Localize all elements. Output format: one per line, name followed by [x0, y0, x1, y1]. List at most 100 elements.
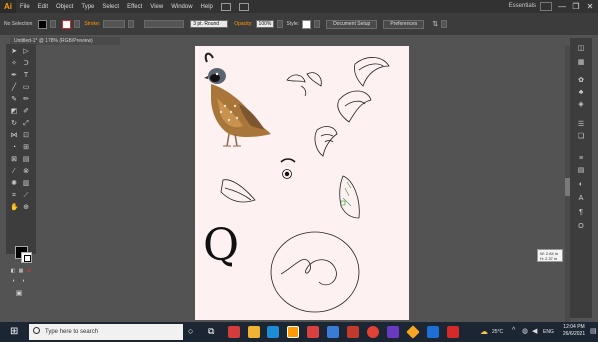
illustrator-taskbar-icon[interactable] [287, 326, 299, 338]
opacity-field[interactable]: 100% [255, 20, 274, 28]
symbols-panel-icon[interactable]: ♣ [576, 88, 586, 97]
preferences-button[interactable]: Preferences [383, 19, 425, 29]
language-indicator[interactable]: ENG [543, 329, 554, 335]
arrange-documents-icon[interactable] [220, 2, 231, 11]
stroke-color-box[interactable] [21, 252, 32, 263]
fill-dropdown[interactable] [50, 20, 57, 28]
menu-object[interactable]: Object [52, 4, 77, 10]
system-clock[interactable]: 12:04 PM 26/6/2021 [560, 324, 588, 338]
selection-tool-icon[interactable]: ➤ [10, 48, 18, 55]
lasso-tool-icon[interactable]: ᑐ [22, 60, 30, 67]
screen-mode-icon[interactable]: ▣ [15, 290, 23, 297]
menu-edit[interactable]: Edit [34, 4, 52, 10]
rectangle-tool-icon[interactable]: ▭ [22, 84, 30, 91]
mesh-tool-icon[interactable]: ⊠ [10, 156, 18, 163]
shape-builder-tool-icon[interactable]: ◔ [10, 144, 18, 151]
pencil-tool-icon[interactable]: ✏ [22, 96, 30, 103]
appearance-panel-icon[interactable]: ☰ [576, 120, 586, 129]
fill-swatch[interactable] [38, 19, 48, 29]
sketch-eye[interactable] [280, 158, 296, 179]
graphic-styles-panel-icon[interactable]: ◈ [576, 100, 586, 109]
stroke-dropdown[interactable] [74, 20, 81, 28]
draw-mode-icon[interactable]: ◐ [10, 278, 18, 285]
rotate-tool-icon[interactable]: ↻ [10, 120, 18, 127]
task-view-icon[interactable]: ⧉ [208, 326, 214, 337]
app-icon-5[interactable] [307, 326, 319, 338]
perspective-grid-tool-icon[interactable]: ⊞ [22, 144, 30, 151]
magic-wand-tool-icon[interactable]: ✧ [10, 60, 18, 67]
draw-behind-icon[interactable]: ◑ [19, 278, 27, 285]
circle-doodle[interactable] [270, 231, 360, 313]
selected-feather-shape[interactable] [339, 175, 360, 219]
pen-tool-icon[interactable]: ✒ [10, 72, 18, 79]
menu-file[interactable]: File [16, 4, 34, 10]
menu-type[interactable]: Type [77, 4, 98, 10]
opera-icon[interactable] [367, 326, 379, 338]
variable-width-dropdown[interactable] [128, 20, 135, 28]
app-icon-11[interactable] [427, 326, 439, 338]
color-panel-icon[interactable]: ◫ [576, 44, 586, 53]
minimize-button[interactable]: — [556, 1, 568, 12]
width-tool-icon[interactable]: ⋈ [10, 132, 18, 139]
opentype-panel-icon[interactable]: O [576, 222, 586, 231]
stroke-panel-icon[interactable]: ≡ [576, 154, 586, 163]
column-graph-tool-icon[interactable]: ▥ [22, 180, 30, 187]
scale-tool-icon[interactable]: ⤢ [22, 120, 30, 127]
app-icon-12[interactable] [447, 326, 459, 338]
close-button[interactable]: ✕ [584, 1, 596, 12]
windows-start-icon[interactable]: ⊞ [10, 327, 20, 337]
blob-brush-tool-icon[interactable]: ✐ [22, 108, 30, 115]
brushes-panel-icon[interactable]: ✿ [576, 76, 586, 85]
transparency-panel-icon[interactable]: ◐ [576, 180, 586, 189]
quail-illustration[interactable] [204, 52, 271, 147]
menu-view[interactable]: View [146, 4, 167, 10]
menu-effect[interactable]: Effect [123, 4, 146, 10]
gradient-tool-icon[interactable]: ▤ [22, 156, 30, 163]
type-tool-icon[interactable]: T [22, 72, 30, 79]
weather-icon[interactable]: ☁ [480, 327, 488, 336]
weather-temperature[interactable]: 25°C [492, 329, 503, 335]
letter-q-glyph[interactable]: Q [203, 224, 239, 268]
volume-icon[interactable]: ◀ [532, 327, 537, 335]
taskbar-search-box[interactable]: Type here to search [29, 324, 183, 340]
restore-button[interactable]: ❐ [570, 1, 582, 12]
opacity-dropdown[interactable] [276, 20, 283, 28]
sketch-beak[interactable] [220, 179, 256, 203]
workspace-switcher-icon[interactable] [238, 2, 249, 11]
artboard-tool-icon[interactable]: ⌗ [10, 192, 18, 199]
app-icon-6[interactable] [327, 326, 339, 338]
direct-selection-tool-icon[interactable]: ▷ [22, 48, 30, 55]
symbol-sprayer-tool-icon[interactable]: ✺ [10, 180, 18, 187]
workspace-name[interactable]: Essentials [509, 3, 536, 9]
free-transform-tool-icon[interactable]: ⊡ [22, 132, 30, 139]
app-icon-9[interactable] [387, 326, 399, 338]
gradient-panel-icon[interactable]: ▤ [576, 166, 586, 175]
stroke-label[interactable]: Stroke: [84, 21, 100, 27]
sketch-crest-shapes[interactable] [286, 57, 390, 97]
blend-tool-icon[interactable]: ⊗ [22, 168, 30, 175]
app-icon-3[interactable] [267, 326, 279, 338]
opacity-label[interactable]: Opacity: [234, 21, 252, 27]
app-icon-10[interactable] [406, 325, 420, 339]
cortana-icon[interactable]: ○ [188, 326, 193, 336]
brush-definition[interactable]: 3 pt. Round [190, 20, 229, 28]
search-icon[interactable] [540, 2, 552, 11]
layers-panel-icon[interactable]: ❏ [576, 132, 586, 141]
character-panel-icon[interactable]: A [576, 194, 586, 203]
menu-help[interactable]: Help [197, 4, 217, 10]
tray-overflow-icon[interactable]: ^ [512, 327, 515, 334]
style-dropdown[interactable] [314, 20, 321, 28]
app-icon-1[interactable] [228, 326, 240, 338]
slice-tool-icon[interactable]: ⟋ [22, 192, 30, 199]
stroke-weight-field[interactable] [103, 20, 126, 28]
default-colors-icon[interactable]: ◧ [9, 268, 17, 275]
gradient-mode-icon[interactable]: ▦ [17, 268, 25, 275]
app-icon-7[interactable] [347, 326, 359, 338]
swatches-panel-icon[interactable]: ▦ [576, 58, 586, 67]
stroke-swatch[interactable] [62, 19, 72, 29]
variable-width-profile[interactable] [144, 20, 185, 28]
hand-tool-icon[interactable]: ✋ [10, 204, 19, 211]
paragraph-panel-icon[interactable]: ¶ [576, 208, 586, 217]
paintbrush-tool-icon[interactable]: ✎ [10, 96, 18, 103]
eraser-tool-icon[interactable]: ◩ [10, 108, 18, 115]
